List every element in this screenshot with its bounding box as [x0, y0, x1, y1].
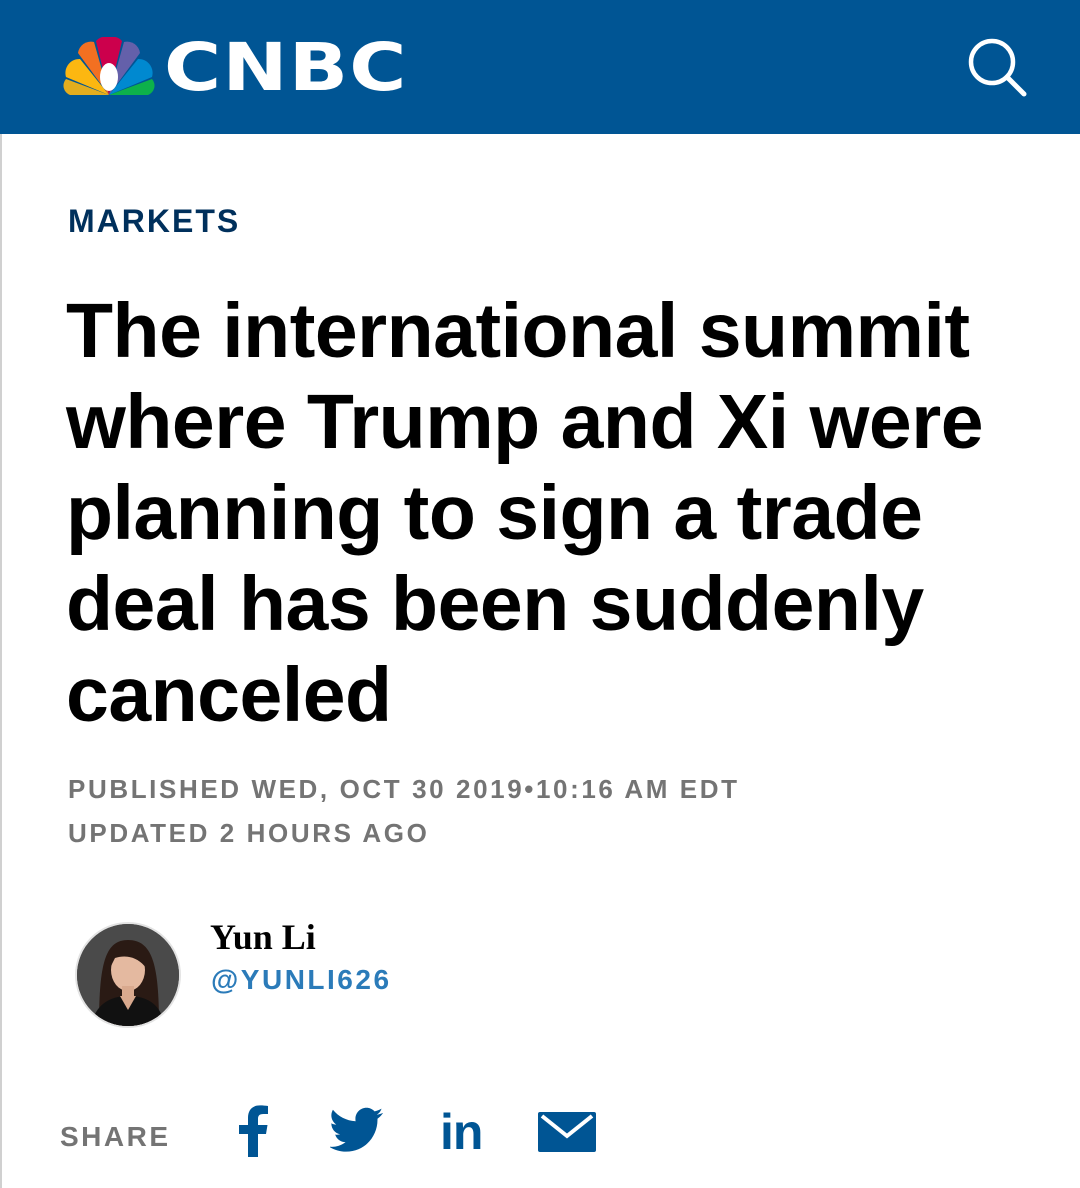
author-photo	[77, 924, 179, 1026]
search-icon[interactable]	[962, 34, 1032, 98]
author-twitter-handle[interactable]: @YUNLI626	[211, 964, 392, 996]
cnbc-logo[interactable]: CNBC	[60, 35, 406, 101]
site-header: CNBC	[0, 0, 1080, 134]
article-headline: The international summit where Trump and…	[66, 288, 984, 738]
updated-timestamp: UPDATED 2 HOURS AGO	[68, 818, 430, 848]
linkedin-icon[interactable]: in	[440, 1103, 483, 1161]
author-avatar[interactable]	[77, 924, 179, 1026]
published-timestamp: PUBLISHED WED, OCT 30 2019•10:16 AM EDT	[68, 774, 740, 804]
left-border	[0, 134, 2, 1188]
facebook-icon[interactable]	[236, 1105, 270, 1157]
nbc-peacock-icon	[63, 37, 155, 95]
section-link-markets[interactable]: MARKETS	[68, 203, 240, 240]
share-label: SHARE	[60, 1121, 171, 1152]
brand-wordmark: CNBC	[164, 29, 408, 106]
author-name[interactable]: Yun Li	[210, 916, 316, 958]
twitter-icon[interactable]	[330, 1107, 384, 1153]
email-icon[interactable]	[538, 1112, 596, 1152]
